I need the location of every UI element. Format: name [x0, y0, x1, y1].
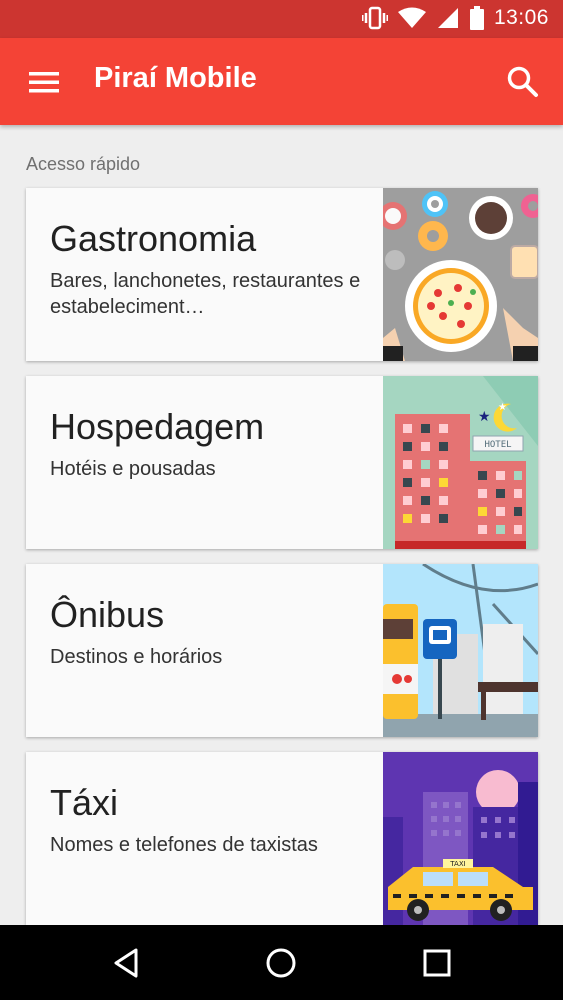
hotel-sign-text: HOTEL	[484, 440, 511, 450]
card-subtitle: Nomes e telefones de taxistas	[50, 834, 318, 856]
app-title: Piraí Mobile	[94, 62, 257, 94]
battery-icon	[469, 6, 484, 30]
card-subtitle: Destinos e horários	[50, 646, 223, 668]
search-icon[interactable]	[503, 62, 543, 102]
card-title: Gastronomia	[50, 218, 257, 259]
menu-icon[interactable]	[26, 64, 62, 100]
taxi-illustration: TAXI	[383, 752, 538, 925]
clock: 13:06	[493, 6, 549, 29]
app-bar: Piraí Mobile	[0, 38, 563, 125]
wifi-icon	[397, 7, 426, 28]
card-title: Táxi	[50, 782, 119, 823]
home-icon[interactable]	[263, 945, 299, 981]
recents-icon[interactable]	[419, 945, 455, 981]
section-label: Acesso rápido	[26, 154, 141, 174]
card-title: Hospedagem	[50, 406, 265, 447]
bus-stop-illustration	[383, 564, 538, 737]
card-taxi[interactable]: Táxi Nomes e telefones de taxistas TAXI	[26, 752, 538, 925]
card-title: Ônibus	[50, 594, 165, 635]
card-gastronomia[interactable]: Gastronomia Bares, lanchonetes, restaura…	[26, 188, 538, 361]
back-icon[interactable]	[108, 945, 144, 981]
svg-text:★: ★	[478, 409, 491, 425]
taxi-sign-text: TAXI	[449, 860, 465, 868]
system-nav-bar	[0, 925, 563, 1000]
status-icons: 13:06	[361, 6, 549, 30]
svg-text:★: ★	[498, 402, 507, 413]
food-illustration	[383, 188, 538, 361]
status-bar: 13:06	[0, 0, 563, 38]
signal-icon	[437, 8, 458, 28]
card-subtitle: Bares, lanchonetes, restaurantes e estab…	[50, 270, 361, 318]
card-hospedagem[interactable]: Hospedagem Hotéis e pousadas ★ ★ HOTEL	[26, 376, 538, 549]
card-onibus[interactable]: Ônibus Destinos e horários	[26, 564, 538, 737]
hotel-illustration: ★ ★ HOTEL	[383, 376, 538, 549]
vibrate-icon	[361, 6, 388, 30]
card-subtitle: Hotéis e pousadas	[50, 458, 216, 480]
